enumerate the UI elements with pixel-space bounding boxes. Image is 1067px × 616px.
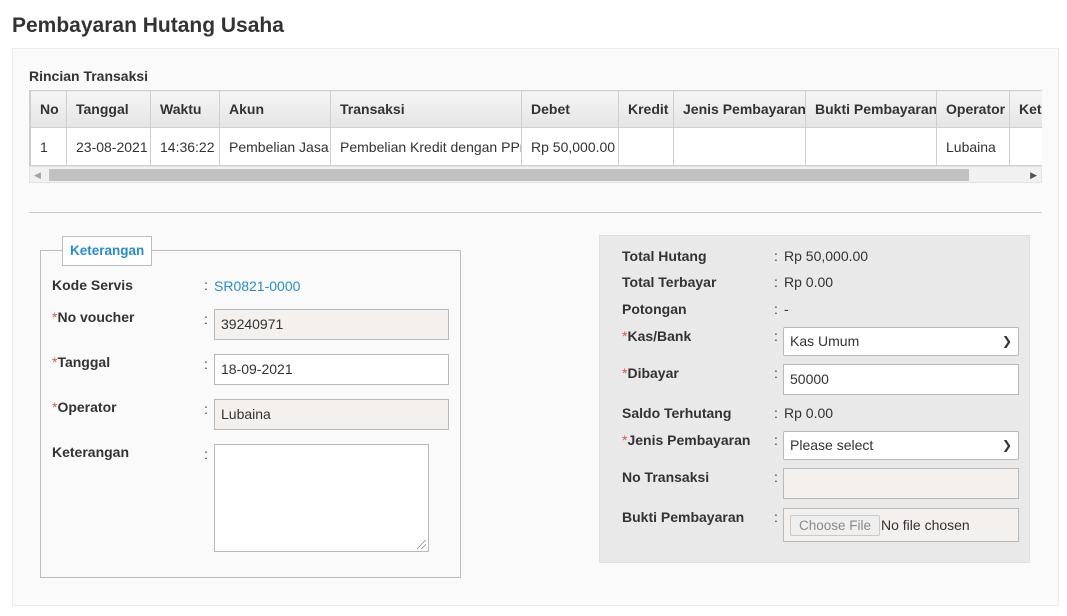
column-header[interactable]: No [30,90,67,128]
column-header[interactable]: Transaksi [330,90,522,128]
chevron-down-icon: ❯ [1001,334,1012,348]
jenis-pembayaran-selected: Please select [790,437,874,453]
table-cell [673,127,806,166]
kas-bank-label: *Kas/Bank [622,328,692,344]
operator-field[interactable]: Lubaina [214,399,449,430]
table-cell: Lubaina [936,127,1010,166]
column-header[interactable]: Keterangan [1009,90,1042,128]
colon: : [774,405,778,421]
bukti-pembayaran-label: Bukti Pembayaran [622,509,745,525]
section-divider [29,212,1042,213]
table-header-row: No Tanggal Waktu Akun Transaksi Debet Kr… [30,90,1042,128]
potongan-value: - [784,301,789,317]
no-transaksi-field[interactable] [783,468,1019,499]
total-hutang-label: Total Hutang [622,248,707,264]
table-cell: Rp 50,000.00 [521,127,619,166]
table-row: 1 23-08-2021 14:36:22 Pembelian Jasa Pem… [30,127,1042,166]
fieldset-legend: Keterangan [62,236,153,266]
column-header[interactable]: Waktu [150,90,220,128]
table-cell: Pembelian Jasa [219,127,331,166]
column-header[interactable]: Operator [936,90,1010,128]
choose-file-button[interactable]: Choose File [790,515,881,536]
colon: : [204,356,208,372]
page-title: Pembayaran Hutang Usaha [12,14,284,37]
tanggal-label: *Tanggal [52,354,111,370]
dibayar-field[interactable]: 50000 [783,364,1019,395]
bukti-pembayaran-file-input[interactable]: Choose File No file chosen [783,508,1019,542]
colon: : [774,248,778,264]
keterangan-label: Keterangan [52,444,130,460]
potongan-label: Potongan [622,301,687,317]
colon: : [204,277,208,293]
column-header[interactable]: Akun [219,90,331,128]
jenis-pembayaran-label: *Jenis Pembayaran [622,432,751,448]
saldo-terhutang-value: Rp 0.00 [784,405,834,421]
column-header[interactable]: Bukti Pembayaran [805,90,937,128]
section-title-rincian: Rincian Transaksi [29,68,149,84]
colon: : [774,274,778,290]
table-cell: 14:36:22 [150,127,220,166]
column-header[interactable]: Debet [521,90,619,128]
total-terbayar-value: Rp 0.00 [784,274,834,290]
column-header[interactable]: Jenis Pembayaran [673,90,806,128]
dibayar-label: *Dibayar [622,365,679,381]
colon: : [774,509,778,525]
kode-servis-value[interactable]: SR0821-0000 [214,278,300,294]
table-cell: 23-08-2021 [66,127,151,166]
saldo-terhutang-label: Saldo Terhutang [622,405,732,421]
kas-bank-select[interactable]: Kas Umum ❯ [783,327,1019,356]
total-hutang-value: Rp 50,000.00 [784,248,869,264]
chevron-down-icon: ❯ [1001,438,1012,452]
jenis-pembayaran-select[interactable]: Please select ❯ [783,431,1019,460]
colon: : [774,432,778,448]
column-header[interactable]: Tanggal [66,90,151,128]
no-voucher-field[interactable]: 39240971 [214,309,449,340]
table-cell: 1 [30,127,67,166]
colon: : [204,311,208,327]
table-cell [618,127,674,166]
scrollbar-thumb[interactable] [49,169,969,181]
colon: : [204,446,208,462]
tanggal-field[interactable]: 18-09-2021 [214,354,449,385]
table-cell: Pembelian Kredit dengan PPn [330,127,522,166]
resize-grip-icon[interactable] [417,540,426,549]
operator-label: *Operator [52,399,117,415]
horizontal-scrollbar[interactable]: ◀ ▶ [29,166,1042,183]
colon: : [204,401,208,417]
total-terbayar-label: Total Terbayar [622,274,717,290]
no-file-chosen-text: No file chosen [881,517,970,533]
transaction-table-container: No Tanggal Waktu Akun Transaksi Debet Kr… [29,90,1042,166]
colon: : [774,469,778,485]
colon: : [774,301,778,317]
colon: : [774,365,778,381]
triangle-right-icon[interactable]: ▶ [1030,169,1037,181]
no-transaksi-label: No Transaksi [622,469,710,485]
triangle-left-icon[interactable]: ◀ [34,169,41,181]
keterangan-textarea[interactable] [214,444,429,552]
colon: : [774,328,778,344]
kode-servis-label: Kode Servis [52,277,133,293]
kas-bank-selected: Kas Umum [790,333,860,349]
table-cell [1009,127,1042,166]
transaction-table: No Tanggal Waktu Akun Transaksi Debet Kr… [30,90,1042,166]
no-voucher-label: *No voucher [52,309,135,325]
column-header[interactable]: Kredit [618,90,674,128]
table-cell [805,127,937,166]
